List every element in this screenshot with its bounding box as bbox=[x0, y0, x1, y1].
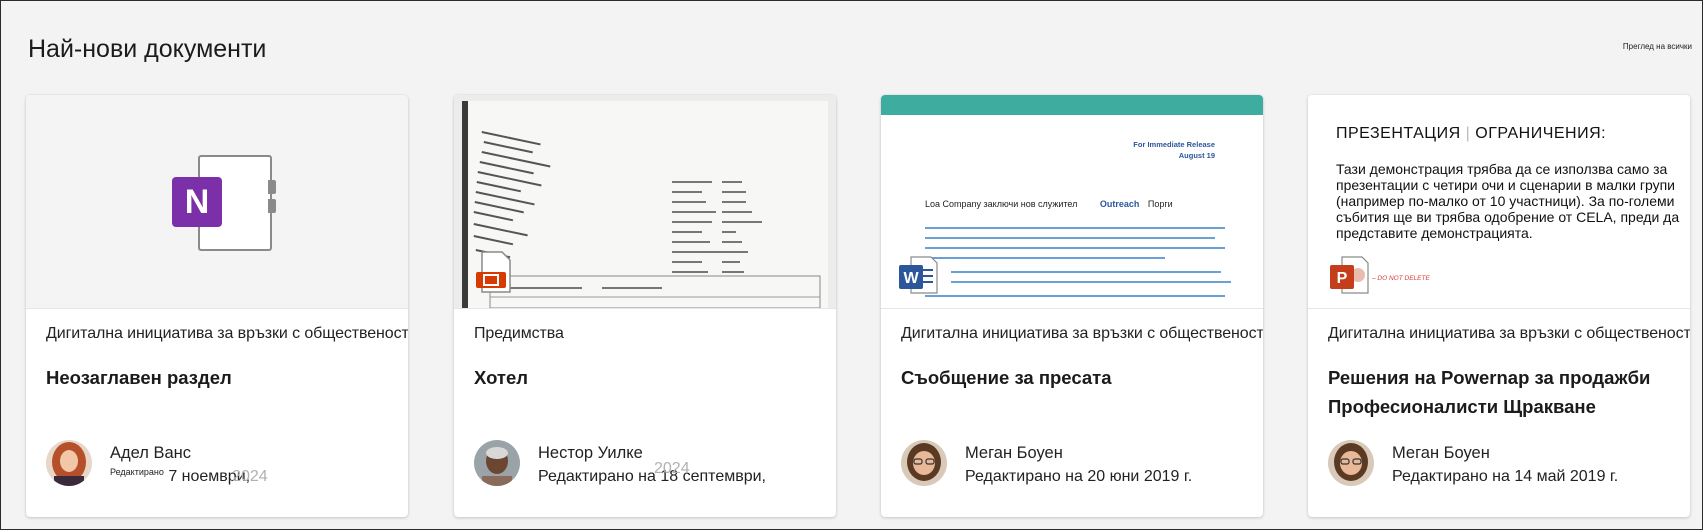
edited-date: Редактирано на 20 юни 2019 г. bbox=[965, 468, 1193, 485]
headline: Loa Company заключи нов служител Outreac… bbox=[925, 199, 1173, 209]
author-info: Меган Боуен Редактирано на 20 юни 2019 г… bbox=[901, 440, 1261, 490]
document-title: Решения на Powernap за продажби Професио… bbox=[1328, 367, 1651, 417]
document-thumbnail: ПРЕЗЕНТАЦИЯ | ОГРАНИЧЕНИЯ: Тази демонстр… bbox=[1308, 95, 1690, 309]
document-card[interactable]: Предимства Хотел Нестор Уилке Редактиран… bbox=[454, 95, 836, 517]
author-info: Нестор Уилке Редактирано на 18 септември… bbox=[474, 440, 834, 490]
notebook-name: Предимства bbox=[474, 325, 564, 342]
document-thumbnail: For Immediate Release August 19 Loa Comp… bbox=[881, 95, 1263, 309]
receipt-image bbox=[462, 101, 828, 308]
section-title: Най-нови документи bbox=[28, 35, 267, 63]
author-info: Адел Ванс Редактирано 7 ноември,2024 bbox=[46, 440, 406, 490]
document-thumbnail: N bbox=[26, 95, 408, 309]
avatar bbox=[474, 440, 520, 486]
edited-date: Редактирано 7 ноември,2024 bbox=[110, 467, 268, 485]
header-band bbox=[881, 95, 1263, 115]
author-name: Нестор Уилке bbox=[538, 444, 643, 462]
notebook-name: Дигитална инициатива за връзки с обществ… bbox=[46, 325, 408, 342]
recent-documents-panel: Най-нови документи Преглед на всички N Д… bbox=[0, 0, 1703, 530]
document-title: Съобщение за пресата bbox=[901, 367, 1112, 388]
author-name: Адел Ванс bbox=[110, 444, 192, 462]
author-name: Меган Боуен bbox=[1392, 444, 1490, 462]
document-title: Хотел bbox=[474, 367, 529, 388]
notebook-name: Дигитална инициатива за връзки с обществ… bbox=[1328, 325, 1690, 342]
slide-body: Тази демонстрация трябва да се използва … bbox=[1336, 161, 1680, 241]
onenote-icon: N bbox=[172, 177, 222, 227]
stamp-text: – DO NOT DELETE bbox=[1372, 275, 1430, 282]
edited-date: Редактирано на 18 септември,2024 bbox=[538, 460, 766, 485]
document-card[interactable]: N Дигитална инициатива за връзки с общес… bbox=[26, 95, 408, 517]
notebook-name: Дигитална инициатива за връзки с обществ… bbox=[901, 325, 1263, 342]
avatar bbox=[901, 440, 947, 486]
powerpoint-icon: P bbox=[1330, 255, 1370, 295]
word-icon: W bbox=[899, 255, 939, 295]
slide-heading: ПРЕЗЕНТАЦИЯ | ОГРАНИЧЕНИЯ: bbox=[1336, 125, 1607, 142]
avatar bbox=[1328, 440, 1374, 486]
document-card[interactable]: ПРЕЗЕНТАЦИЯ | ОГРАНИЧЕНИЯ: Тази демонстр… bbox=[1308, 95, 1690, 517]
avatar bbox=[46, 440, 92, 486]
svg-text:P: P bbox=[1337, 270, 1348, 287]
author-info: Меган Боуен Редактирано на 14 май 2019 г… bbox=[1328, 440, 1688, 490]
pdf-icon bbox=[476, 250, 514, 294]
see-all-link[interactable]: Преглед на всички bbox=[1623, 42, 1692, 51]
document-thumbnail bbox=[454, 95, 836, 309]
release-label: For Immediate Release bbox=[1133, 140, 1215, 149]
svg-text:W: W bbox=[903, 270, 919, 287]
author-name: Меган Боуен bbox=[965, 444, 1063, 462]
document-title: Неозаглавен раздел bbox=[46, 367, 232, 388]
edited-date: Редактирано на 14 май 2019 г. bbox=[1392, 468, 1619, 485]
document-card[interactable]: For Immediate Release August 19 Loa Comp… bbox=[881, 95, 1263, 517]
release-date: August 19 bbox=[1178, 151, 1215, 160]
